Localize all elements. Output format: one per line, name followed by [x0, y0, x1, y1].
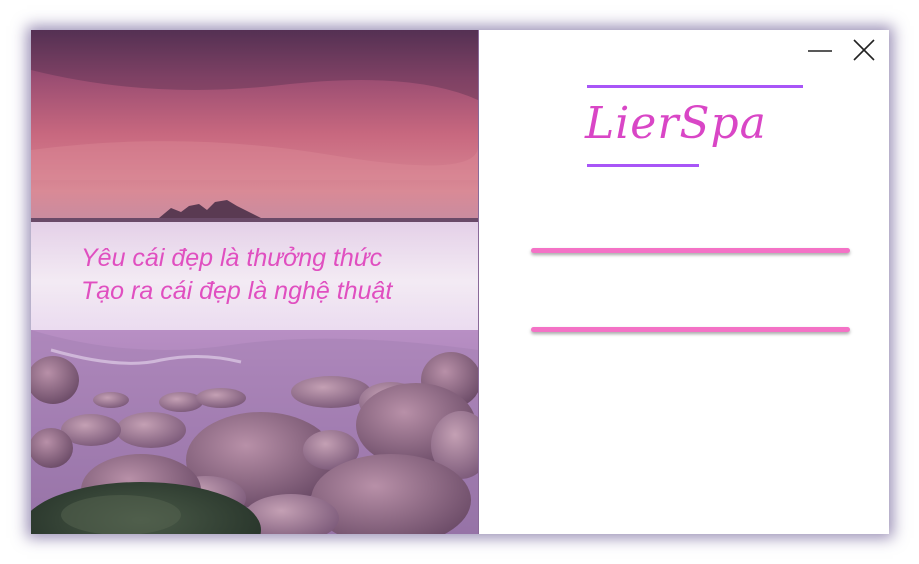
password-underline	[531, 327, 850, 332]
username-input[interactable]	[531, 226, 850, 248]
hero-panel: Yêu cái đẹp là thưởng thức Tạo ra cái đẹ…	[31, 30, 479, 534]
login-window: Yêu cái đẹp là thưởng thức Tạo ra cái đẹ…	[31, 30, 889, 534]
quote-line-2: Tạo ra cái đẹp là nghệ thuật	[81, 277, 393, 305]
brand-logo: LierSpa	[585, 98, 767, 149]
logo-top-accent-line	[587, 85, 803, 88]
minimize-icon	[808, 50, 832, 52]
login-panel: LierSpa	[479, 30, 889, 534]
password-input[interactable]	[531, 304, 850, 326]
close-button[interactable]	[849, 38, 879, 64]
close-icon	[853, 39, 875, 61]
logo-bottom-accent-line	[587, 164, 699, 167]
quote-line-1: Yêu cái đẹp là thưởng thức	[81, 244, 383, 272]
username-underline	[531, 248, 850, 253]
minimize-button[interactable]	[805, 38, 835, 64]
quote-overlay	[31, 222, 478, 330]
